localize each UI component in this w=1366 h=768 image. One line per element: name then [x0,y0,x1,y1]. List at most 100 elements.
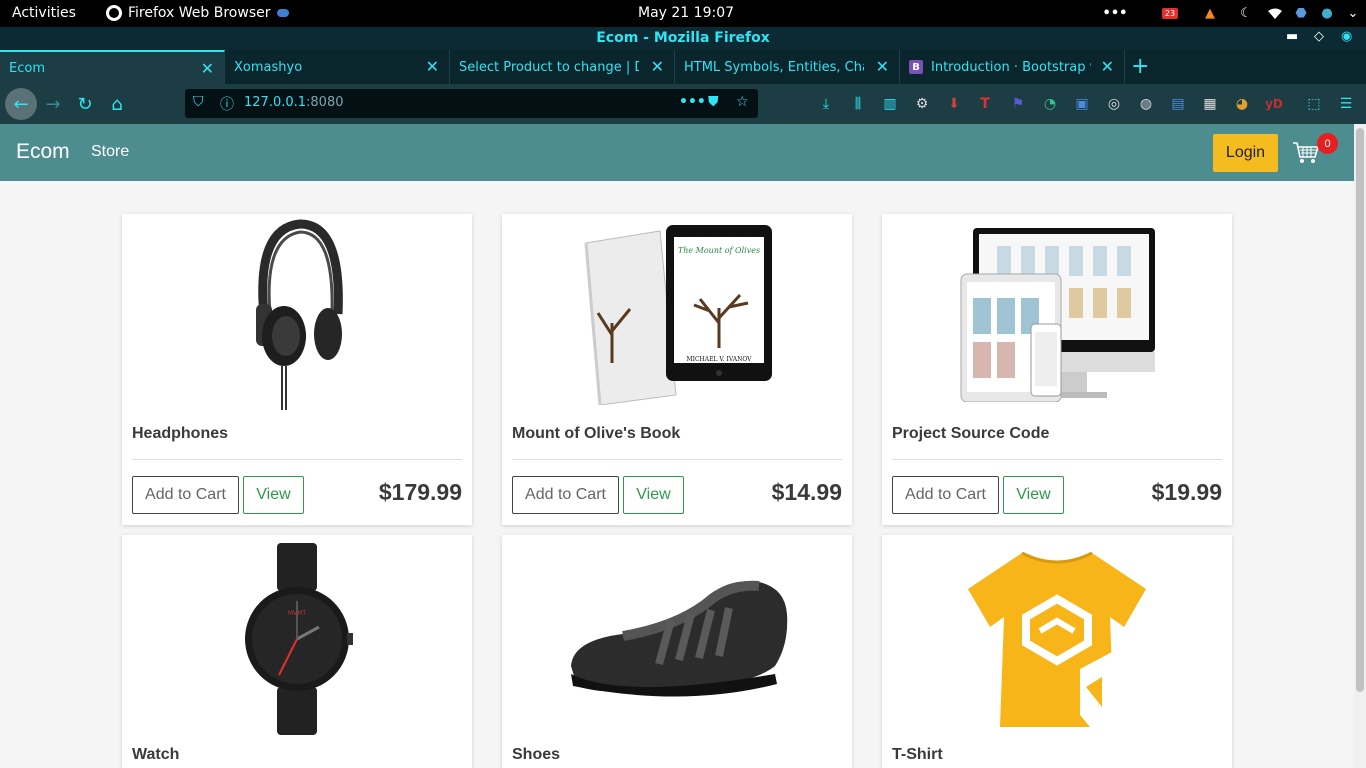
extension-flag-icon[interactable]: ⚑ [1008,94,1028,114]
extension-download-icon[interactable]: ⬇ [944,94,964,114]
product-image-book[interactable]: The Mount of Olives MICHAEL V. IVANOV [502,214,852,414]
tab-label: Select Product to change | Dj [459,59,639,75]
extension-owl-icon[interactable]: ◕ [1232,94,1252,114]
view-button[interactable]: View [1003,476,1064,514]
minimize-icon[interactable]: ▬ [1286,29,1298,44]
site-navbar: Ecom Store Login 0 [0,124,1354,181]
product-card: Shoes [502,535,852,768]
close-tab-icon[interactable]: ✕ [651,57,664,76]
extension-yd-icon[interactable]: yD [1264,94,1284,114]
pocket-icon[interactable]: ⛊ [708,94,719,110]
view-button[interactable]: View [243,476,304,514]
wifi-icon[interactable] [1262,0,1288,27]
product-card: MVMT Watch [122,535,472,768]
home-icon[interactable]: ⌂ [103,90,131,118]
extension-gauge-icon[interactable]: ◔ [1040,94,1060,114]
close-window-icon[interactable]: ◉ [1341,29,1352,44]
product-price: $19.99 [1151,479,1222,505]
messenger-icon[interactable]: ● [1314,0,1340,27]
app-menu[interactable]: Firefox Web Browser [106,5,289,21]
product-image-headphones[interactable] [122,214,472,414]
tab-xomashyo[interactable]: Xomashyo ✕ [225,50,450,84]
activities-button[interactable]: Activities [12,5,76,21]
divider [892,459,1222,460]
menu-hamburger-icon[interactable]: ☰ [1336,94,1356,114]
app-indicator-icon [276,9,289,17]
info-icon[interactable]: ⓘ [220,94,234,114]
add-to-cart-button[interactable]: Add to Cart [892,476,999,514]
url-port: :8080 [306,95,344,110]
bookmark-star-icon[interactable]: ☆ [736,94,749,110]
book-cover-author: MICHAEL V. IVANOV [686,356,752,363]
shield-icon[interactable]: ⛉ [193,94,204,110]
add-to-cart-button[interactable]: Add to Cart [132,476,239,514]
close-tab-icon[interactable]: ✕ [876,57,889,76]
product-image-tshirt[interactable] [882,535,1232,743]
window-titlebar: Ecom - Mozilla Firefox ▬ ◇ ◉ [0,27,1366,50]
system-menu-chevron-icon[interactable]: ⌄ [1340,0,1366,27]
product-card: Headphones Add to Cart View $179.99 [122,214,472,525]
devices-mockup-image [960,228,1155,402]
login-button[interactable]: Login [1213,134,1278,172]
product-card: T-Shirt [882,535,1232,768]
library-icon[interactable]: ⫼ [848,94,868,114]
app-name: Firefox Web Browser [128,5,271,21]
clock[interactable]: May 21 19:07 [638,5,734,21]
close-tab-icon[interactable]: ✕ [201,59,214,78]
extensions-puzzle-icon[interactable]: ⬚ [1304,94,1324,114]
close-tab-icon[interactable]: ✕ [426,57,439,76]
new-tab-icon[interactable]: + [1131,54,1149,79]
bootstrap-icon: B [909,60,923,74]
product-name: Project Source Code [892,425,1050,442]
downloads-icon[interactable]: ⤓ [816,94,836,114]
sidebar-icon[interactable]: ▥ [880,94,900,114]
product-name: Watch [132,746,180,763]
tray-more-icon[interactable]: ••• [1102,0,1128,27]
tab-bootstrap[interactable]: B Introduction · Bootstrap v ✕ [900,50,1125,84]
product-name: Mount of Olive's Book [512,425,681,442]
product-image-shoes[interactable] [502,535,852,743]
translate-icon[interactable]: ▣ [1072,94,1092,114]
store-link[interactable]: Store [91,143,129,161]
extension-gear-icon[interactable]: ⚙ [912,94,932,114]
view-button[interactable]: View [623,476,684,514]
tab-ecom[interactable]: Ecom ✕ [0,50,225,84]
calendar-badge-icon[interactable]: 23 [1150,0,1190,27]
product-name: Headphones [132,425,229,442]
scrollbar-thumb[interactable] [1356,128,1364,692]
back-icon[interactable]: ← [5,88,37,120]
url-text[interactable]: 127.0.0.1:8080 [244,95,344,110]
page-scrollbar[interactable] [1354,124,1366,768]
vlc-icon[interactable]: ▲ [1190,0,1230,27]
globe-icon[interactable]: ◍ [1136,94,1156,114]
cart-count-badge: 0 [1317,133,1338,154]
tab-django-admin[interactable]: Select Product to change | Dj ✕ [450,50,675,84]
extension-square-icon[interactable]: ▦ [1200,94,1220,114]
divider [512,459,842,460]
maximize-icon[interactable]: ◇ [1314,29,1324,44]
extension-t-icon[interactable]: T [975,94,995,114]
site-brand[interactable]: Ecom [16,140,70,164]
tab-html-symbols[interactable]: HTML Symbols, Entities, Char ✕ [675,50,900,84]
extension-cycle-icon[interactable]: ◎ [1104,94,1124,114]
page-actions-icon[interactable]: ••• [679,94,706,110]
product-name: T-Shirt [892,746,943,763]
address-bar[interactable]: ⛉ ⓘ 127.0.0.1:8080 ••• ⛊ ☆ [185,89,758,118]
product-image-source-code[interactable] [882,214,1232,414]
cart-icon[interactable] [1292,140,1320,166]
extension-translate-icon[interactable]: ▤ [1168,94,1188,114]
book-cover-title: The Mount of Olives [678,246,760,255]
night-mode-icon[interactable]: ☾ [1230,0,1262,27]
add-to-cart-button[interactable]: Add to Cart [512,476,619,514]
reload-icon[interactable]: ↻ [71,90,99,118]
network-share-icon[interactable]: ⬣ [1288,0,1314,27]
book-tablet-image: The Mount of Olives MICHAEL V. IVANOV [584,225,772,405]
firefox-icon [106,5,122,21]
tab-label: Ecom [9,60,45,76]
divider [132,459,462,460]
close-tab-icon[interactable]: ✕ [1101,57,1114,76]
product-image-watch[interactable]: MVMT [122,535,472,743]
os-top-bar: Activities Firefox Web Browser May 21 19… [0,0,1366,27]
product-card: Project Source Code Add to Cart View $19… [882,214,1232,525]
forward-icon[interactable]: → [39,90,67,118]
